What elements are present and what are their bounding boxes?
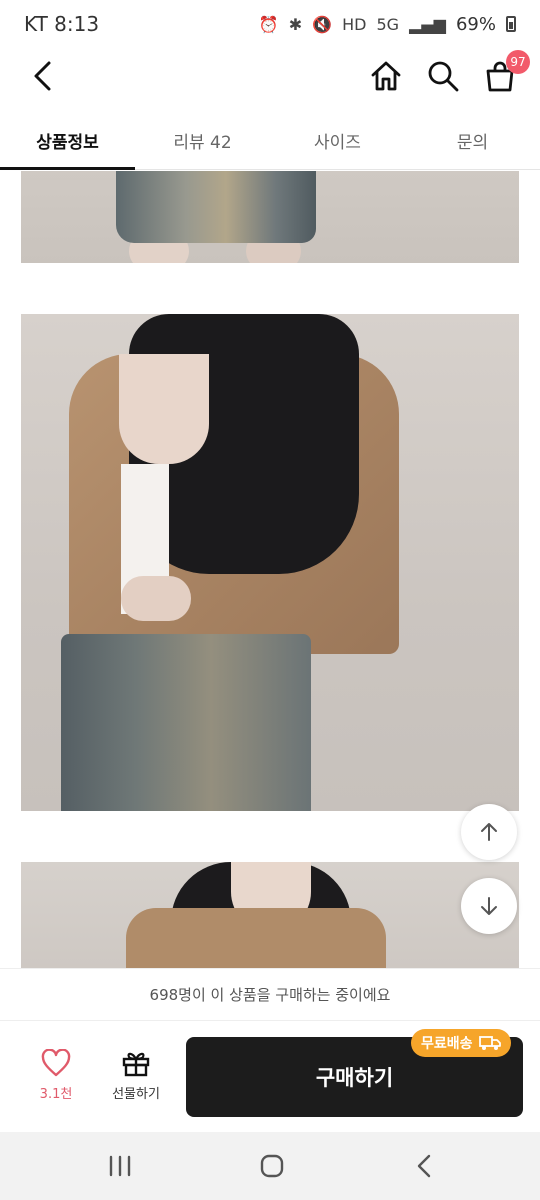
search-button[interactable]	[423, 56, 463, 96]
tab-reviews[interactable]: 리뷰 42	[135, 112, 270, 169]
gift-label: 선물하기	[112, 1087, 160, 1102]
app-header: 97	[0, 48, 540, 104]
alarm-icon: ⏰	[258, 14, 279, 34]
image-neck	[119, 354, 209, 464]
arrow-down-icon	[481, 897, 497, 915]
home-circle-icon	[260, 1154, 284, 1178]
back-nav-button[interactable]	[404, 1148, 444, 1184]
purchase-activity-notice: 698명이 이 상품을 구매하는 중이에요	[0, 968, 540, 1020]
status-carrier-time: KT 8:13	[24, 12, 100, 36]
like-button[interactable]: 3.1천	[28, 1049, 84, 1113]
tab-size[interactable]: 사이즈	[270, 112, 405, 169]
cart-button[interactable]: 97	[480, 50, 530, 96]
signal-icon: ▂▄▆	[409, 14, 446, 34]
battery-icon	[506, 16, 516, 32]
search-icon	[428, 61, 459, 92]
back-button[interactable]	[22, 56, 62, 96]
truck-icon	[478, 1036, 501, 1050]
image-hand	[121, 576, 191, 621]
purchase-bar: 3.1천 선물하기 구매하기 무료배송	[0, 1020, 540, 1132]
product-image-3	[21, 862, 519, 968]
arrow-up-icon	[481, 823, 497, 841]
chevron-left-icon	[34, 61, 51, 91]
scroll-top-button[interactable]	[461, 804, 517, 860]
image-denim-skirt	[116, 171, 316, 243]
recents-button[interactable]	[100, 1148, 140, 1184]
product-tabs: 상품정보 리뷰 42 사이즈 문의	[0, 112, 540, 170]
tab-inquiry[interactable]: 문의	[405, 112, 540, 169]
image-denim-skirt	[61, 634, 311, 811]
product-image-1	[21, 171, 519, 263]
image-suede-jacket	[126, 908, 386, 968]
cart-count-badge: 97	[506, 50, 530, 74]
hd-icon: HD	[342, 14, 367, 34]
like-count: 3.1천	[39, 1087, 73, 1102]
tab-product-info[interactable]: 상품정보	[0, 112, 135, 170]
mute-icon: 🔇	[312, 14, 333, 34]
home-button[interactable]	[366, 56, 406, 96]
free-shipping-badge: 무료배송	[411, 1029, 511, 1057]
heart-icon	[41, 1049, 71, 1077]
battery-percent: 69%	[455, 13, 496, 35]
status-icons: ⏰ ✱ 🔇 HD 5G ▂▄▆ 69%	[259, 14, 516, 35]
network-5g-icon: 5G	[376, 14, 400, 34]
recents-icon	[109, 1155, 131, 1177]
bluetooth-icon: ✱	[288, 14, 303, 34]
gift-button[interactable]: 선물하기	[104, 1049, 168, 1113]
home-nav-button[interactable]	[252, 1148, 292, 1184]
home-icon	[371, 61, 401, 91]
back-chevron-icon	[417, 1154, 431, 1178]
status-bar: KT 8:13 ⏰ ✱ 🔇 HD 5G ▂▄▆ 69%	[0, 0, 540, 48]
gift-icon	[122, 1052, 150, 1077]
product-image-2	[21, 314, 519, 811]
free-shipping-label: 무료배송	[421, 1036, 473, 1052]
system-nav-bar	[0, 1132, 540, 1200]
scroll-bottom-button[interactable]	[461, 878, 517, 934]
